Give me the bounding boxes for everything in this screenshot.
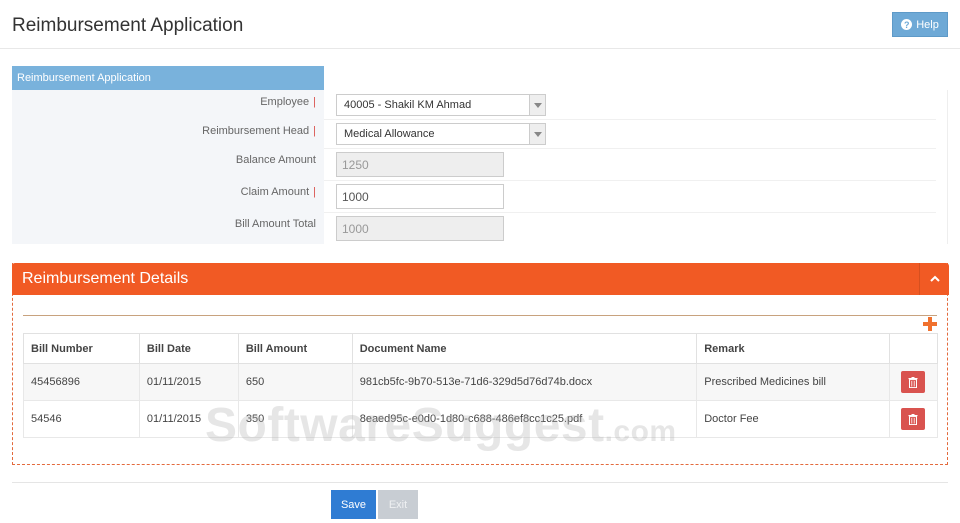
chevron-up-icon	[929, 275, 940, 282]
bill-amount-cell: 350	[237, 400, 353, 438]
employee-select[interactable]: 40005 - Shakil KM Ahmad	[336, 94, 546, 116]
document-name-cell[interactable]: 8eaed95c-e0d0-1d80-c688-486ef8cc1c25.pdf	[351, 400, 698, 438]
balance-amount-field: 1250	[336, 152, 504, 177]
trash-icon	[908, 413, 918, 425]
row-divider	[324, 148, 936, 149]
column-header-actions	[888, 333, 939, 364]
save-button[interactable]: Save	[331, 490, 376, 519]
help-button[interactable]: ? Help	[892, 12, 948, 37]
row-divider	[324, 180, 936, 181]
reimbursement-head-select[interactable]: Medical Allowance	[336, 123, 546, 145]
reimbursement-head-select-value: Medical Allowance	[344, 128, 435, 140]
bill-number-cell: 54546	[23, 400, 140, 438]
help-label: Help	[916, 18, 939, 31]
bill-amount-cell: 650	[237, 363, 353, 401]
employee-label: Employee |	[260, 96, 316, 108]
table-row: 45456896 01/11/2015 650 981cb5fc-9b70-51…	[23, 363, 939, 401]
claim-amount-label: Claim Amount |	[240, 186, 316, 198]
help-circle-icon: ?	[901, 19, 913, 30]
delete-row-button[interactable]	[901, 408, 926, 430]
row-divider	[324, 119, 936, 120]
collapse-button[interactable]	[919, 263, 949, 295]
page-title: Reimbursement Application	[12, 15, 244, 36]
table-header-row: Bill Number Bill Date Bill Amount Docume…	[23, 333, 939, 364]
form-section-tab[interactable]: Reimbursement Application	[12, 66, 324, 90]
details-panel-header: Reimbursement Details	[12, 263, 949, 295]
column-header-bill-amount: Bill Amount	[237, 333, 353, 364]
delete-row-button[interactable]	[901, 371, 926, 393]
exit-button[interactable]: Exit	[378, 490, 418, 519]
add-row-icon[interactable]	[923, 317, 937, 331]
remark-cell: Prescribed Medicines bill	[696, 363, 890, 401]
column-header-remark: Remark	[696, 333, 890, 364]
details-divider	[23, 315, 937, 316]
column-header-bill-date: Bill Date	[138, 333, 239, 364]
chevron-down-icon[interactable]	[529, 124, 545, 144]
bill-amount-total-field: 1000	[336, 216, 504, 241]
details-panel-title: Reimbursement Details	[22, 270, 189, 287]
header-divider	[0, 48, 960, 49]
remark-cell: Doctor Fee	[696, 400, 890, 438]
table-row: 54546 01/11/2015 350 8eaed95c-e0d0-1d80-…	[23, 400, 939, 438]
bill-date-cell: 01/11/2015	[138, 363, 239, 401]
balance-amount-label: Balance Amount	[235, 154, 316, 166]
bills-table: Bill Number Bill Date Bill Amount Docume…	[23, 333, 939, 438]
chevron-down-icon[interactable]	[529, 95, 545, 115]
actions-cell	[888, 400, 939, 438]
required-marker: |	[313, 96, 316, 108]
bill-number-cell: 45456896	[23, 363, 140, 401]
claim-amount-input[interactable]: 1000	[336, 184, 504, 209]
required-marker: |	[313, 125, 316, 137]
reimbursement-head-label: Reimbursement Head |	[202, 125, 316, 137]
employee-select-value: 40005 - Shakil KM Ahmad	[344, 99, 472, 111]
trash-icon	[908, 376, 918, 388]
document-name-cell[interactable]: 981cb5fc-9b70-513e-71d6-329d5d76d74b.doc…	[351, 363, 698, 401]
reimbursement-details-panel: Reimbursement Details Bill Number Bill D…	[12, 263, 949, 465]
column-header-document-name: Document Name	[351, 333, 698, 364]
footer-divider	[12, 482, 948, 483]
actions-cell	[888, 363, 939, 401]
bill-date-cell: 01/11/2015	[138, 400, 239, 438]
column-header-bill-number: Bill Number	[23, 333, 140, 364]
required-marker: |	[313, 186, 316, 198]
bill-amount-total-label: Bill Amount Total	[234, 218, 316, 230]
row-divider	[324, 212, 936, 213]
